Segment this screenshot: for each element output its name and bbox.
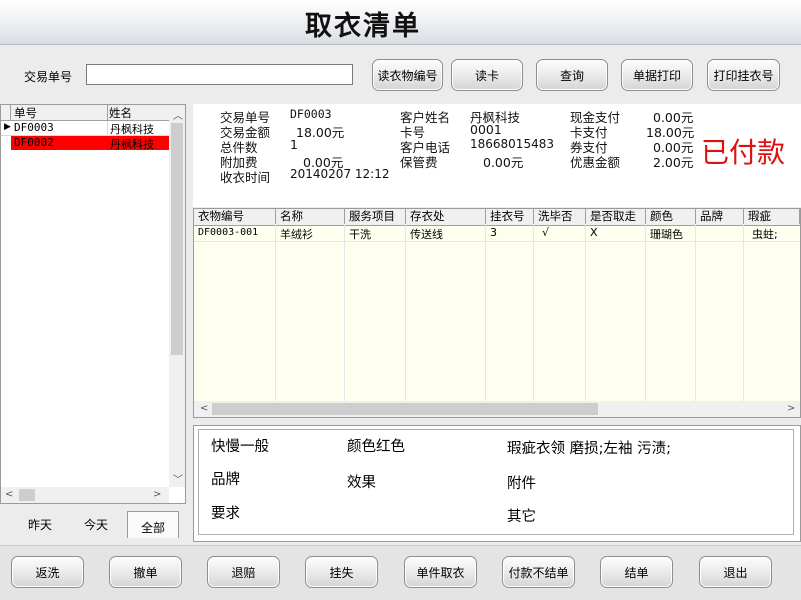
cell-hang-no: 3 (490, 226, 497, 239)
cell-washed: √ (542, 226, 550, 239)
col-hang-no[interactable]: 挂衣号 (486, 209, 534, 224)
col-color[interactable]: 颜色 (646, 209, 696, 224)
col-washed[interactable]: 洗毕否 (534, 209, 586, 224)
row-pointer-icon: ▶ (4, 122, 11, 132)
cell-storage: 传送线 (410, 228, 443, 241)
customer-name-header: 姓名 (109, 106, 132, 120)
table-row[interactable]: DF0003-001 羊绒衫 干洗 传送线 3 √ X 珊瑚色 虫蛀; (194, 226, 800, 242)
order-list-vscroll[interactable]: ︿ ﹀ (169, 105, 185, 487)
title-bar: 取衣清单 (0, 0, 801, 45)
color-text: 颜色红色 (347, 439, 405, 455)
cell-taken: X (590, 226, 598, 239)
col-service[interactable]: 服务项目 (345, 209, 406, 224)
payment-status: 已付款 (701, 136, 786, 169)
scroll-right-icon[interactable]: > (153, 489, 161, 500)
col-brand[interactable]: 品牌 (696, 209, 744, 224)
received-time-value: 20140207 12:12 (290, 167, 390, 181)
effect-text: 效果 (347, 475, 376, 491)
cell-color: 珊瑚色 (650, 228, 683, 241)
discount-label: 优惠金额 (570, 155, 621, 170)
read-clothes-id-button[interactable]: 读衣物编号 (372, 59, 443, 91)
exit-button[interactable]: 退出 (699, 556, 772, 588)
txn-no-label: 交易单号 (24, 70, 73, 84)
order-row-selected[interactable]: DF0002 丹枫科技 (11, 136, 169, 151)
brand-text: 品牌 (211, 472, 240, 488)
speed-text: 快慢一般 (211, 439, 269, 455)
txn-no-value: DF0003 (290, 107, 332, 121)
requirement-text: 要求 (211, 506, 240, 522)
txn-no-input[interactable] (86, 64, 353, 85)
card-no-value: 0001 (470, 122, 502, 137)
other-text: 其它 (507, 509, 536, 525)
tab-today[interactable]: 今天 (84, 516, 108, 533)
received-time-label: 收衣时间 (220, 170, 271, 185)
flaw-text: 瑕疵衣领 磨损;左袖 污渍; (507, 441, 671, 457)
col-name[interactable]: 名称 (276, 209, 345, 224)
refund-button[interactable]: 退赔 (207, 556, 280, 588)
order-id: DF0002 (14, 136, 54, 149)
attachment-text: 附件 (507, 476, 536, 492)
order-customer-name: 丹枫科技 (110, 138, 154, 151)
total-pieces-value: 1 (290, 137, 298, 152)
order-row[interactable]: ▶ DF0003 丹枫科技 (1, 121, 169, 136)
scroll-thumb[interactable] (19, 489, 35, 501)
cell-flaw: 虫蛀; (752, 228, 778, 241)
col-taken[interactable]: 是否取走 (586, 209, 646, 224)
order-list-header: 单号 姓名 (1, 105, 169, 121)
cell-clothes-id: DF0003-001 (198, 227, 259, 238)
order-info-panel: 交易单号 DF0003 交易金额 18.00元 总件数 1 附加费 0.00元 … (193, 104, 801, 207)
cancel-order-button[interactable]: 撤单 (109, 556, 182, 588)
items-table-hscroll[interactable]: < > (194, 401, 800, 417)
customer-phone-value: 18668015483 (470, 137, 554, 151)
scroll-up-icon[interactable]: ︿ (173, 107, 183, 122)
details-panel: 快慢一般 颜色红色 瑕疵衣领 磨损;左袖 污渍; 品牌 效果 附件 要求 其它 (193, 425, 801, 542)
col-storage[interactable]: 存衣处 (406, 209, 486, 224)
order-customer-name: 丹枫科技 (110, 123, 154, 136)
txn-amount-value: 18.00元 (296, 125, 345, 140)
scroll-left-icon[interactable]: < (200, 403, 208, 414)
pay-no-settle-button[interactable]: 付款不结单 (502, 556, 575, 588)
tab-yesterday[interactable]: 昨天 (28, 516, 52, 533)
query-button[interactable]: 查询 (536, 59, 608, 91)
scroll-down-icon[interactable]: ﹀ (173, 471, 183, 486)
print-receipt-button[interactable]: 单据打印 (621, 59, 693, 91)
order-list: 单号 姓名 ▶ DF0003 丹枫科技 DF0002 丹枫科技 ︿ ﹀ < > (0, 104, 186, 504)
tab-all[interactable]: 全部 (127, 511, 179, 538)
window-title: 取衣清单 (305, 11, 421, 42)
cell-service: 干洗 (349, 228, 371, 241)
col-flaw[interactable]: 瑕疵 (744, 209, 800, 224)
scroll-left-icon[interactable]: < (5, 489, 13, 500)
order-list-hscroll[interactable]: < > (1, 487, 169, 503)
storage-fee-label: 保管费 (400, 155, 438, 170)
items-table: 衣物编号 名称 服务项目 存衣处 挂衣号 洗毕否 是否取走 颜色 品牌 瑕疵 D… (193, 208, 801, 418)
cell-name: 羊绒衫 (280, 228, 313, 241)
items-table-header: 衣物编号 名称 服务项目 存衣处 挂衣号 洗毕否 是否取走 颜色 品牌 瑕疵 (194, 209, 800, 226)
storage-fee-value: 0.00元 (483, 155, 524, 170)
discount-value: 2.00元 (653, 155, 694, 170)
single-pickup-button[interactable]: 单件取衣 (404, 556, 477, 588)
scroll-right-icon[interactable]: > (787, 403, 795, 414)
read-card-button[interactable]: 读卡 (451, 59, 523, 91)
scroll-thumb[interactable] (171, 123, 183, 355)
scroll-thumb[interactable] (212, 403, 598, 415)
col-clothes-id[interactable]: 衣物编号 (194, 209, 276, 224)
settle-button[interactable]: 结单 (600, 556, 673, 588)
order-id: DF0003 (14, 121, 54, 134)
tab-all-label: 全部 (141, 521, 166, 535)
rewash-button[interactable]: 返洗 (11, 556, 84, 588)
order-id-header: 单号 (14, 106, 37, 120)
report-loss-button[interactable]: 挂失 (305, 556, 378, 588)
print-hang-no-button[interactable]: 打印挂衣号 (707, 59, 780, 91)
